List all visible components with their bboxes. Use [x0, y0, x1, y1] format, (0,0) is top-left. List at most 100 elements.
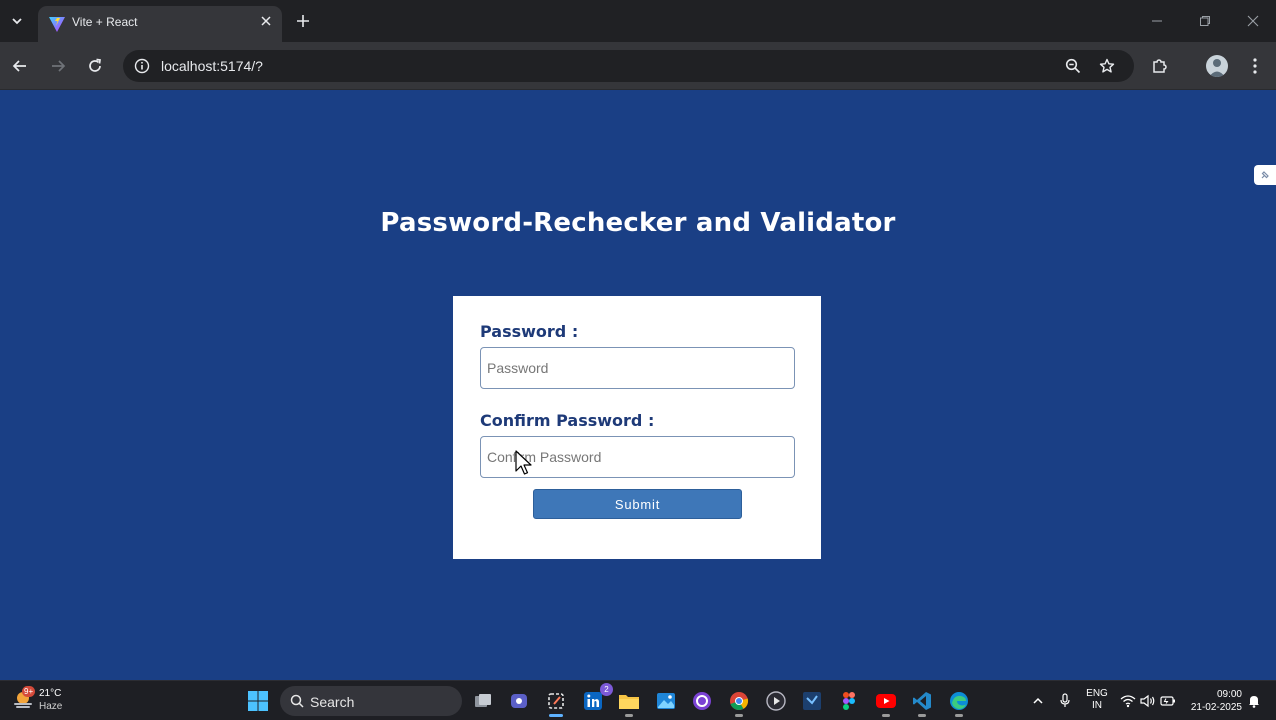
close-window-button[interactable]	[1241, 10, 1265, 32]
submit-button[interactable]: Submit	[533, 489, 742, 519]
battery-button[interactable]	[1160, 692, 1176, 710]
language-indicator[interactable]: ENG IN	[1086, 688, 1108, 712]
teams-meet-icon	[511, 694, 527, 708]
taskbar-search[interactable]: Search	[280, 686, 462, 716]
task-view-app[interactable]	[471, 689, 495, 713]
arrow-left-icon	[12, 60, 26, 72]
linkedin-app[interactable]: 2	[581, 683, 613, 713]
info-icon	[134, 58, 150, 74]
edge-app[interactable]	[947, 689, 971, 717]
youtube-app[interactable]	[874, 689, 898, 717]
github-desktop-app[interactable]	[690, 689, 714, 713]
running-indicator	[955, 714, 963, 717]
linkedin-icon	[584, 692, 602, 710]
volume-button[interactable]	[1140, 692, 1156, 710]
visual-studio-app[interactable]	[800, 689, 824, 713]
arrow-right-icon	[52, 60, 66, 72]
media-player-icon	[766, 691, 786, 711]
running-indicator	[735, 714, 743, 717]
chrome-icon	[730, 692, 749, 711]
language-code: ENG	[1086, 688, 1108, 699]
side-extension-tab[interactable]	[1254, 165, 1276, 185]
zoom-icon	[1065, 58, 1081, 74]
windows-start-icon[interactable]	[247, 690, 269, 712]
chevron-up-icon	[1033, 697, 1043, 704]
reload-icon	[89, 58, 101, 72]
clock-date: 21-02-2025	[1190, 702, 1242, 713]
zoom-button[interactable]	[1062, 55, 1084, 77]
browser-toolbar: localhost:5174/?	[0, 42, 1276, 90]
microphone-icon	[1060, 693, 1070, 707]
profile-avatar[interactable]	[1206, 55, 1228, 77]
weather-condition[interactable]: Haze	[39, 701, 62, 712]
visual-studio-icon	[803, 692, 821, 710]
vite-logo-icon	[49, 17, 65, 32]
media-player-app[interactable]	[764, 689, 788, 713]
tab-search-button[interactable]	[6, 10, 28, 32]
close-icon	[261, 16, 271, 26]
forward-button[interactable]	[46, 54, 70, 78]
password-input[interactable]	[480, 347, 795, 389]
folder-icon	[619, 695, 639, 709]
browser-tab-bar: Vite + React	[0, 0, 1276, 42]
battery-icon	[1160, 696, 1175, 706]
clock-time: 09:00	[1216, 689, 1242, 700]
file-explorer-app[interactable]	[617, 689, 641, 717]
notifications-button[interactable]	[1246, 692, 1262, 710]
close-icon	[1247, 15, 1259, 27]
running-indicator	[882, 714, 890, 717]
restore-button[interactable]	[1193, 10, 1217, 32]
avatar-icon	[1209, 59, 1225, 77]
chrome-app[interactable]	[727, 689, 751, 717]
reload-button[interactable]	[83, 54, 107, 78]
password-form-card: Password : Confirm Password : Submit	[453, 296, 821, 559]
extensions-button[interactable]	[1148, 54, 1172, 78]
confirm-password-input[interactable]	[480, 436, 795, 478]
region-code: IN	[1092, 700, 1102, 711]
address-bar[interactable]: localhost:5174/?	[123, 50, 1134, 82]
new-tab-button[interactable]	[292, 10, 314, 32]
running-indicator	[625, 714, 633, 717]
chevron-down-icon	[12, 18, 22, 25]
system-clock[interactable]: 09:00 21-02-2025	[1186, 688, 1242, 714]
photos-app[interactable]	[654, 689, 678, 713]
menu-button[interactable]	[1243, 54, 1267, 78]
edge-icon	[950, 692, 968, 710]
volume-icon	[1140, 694, 1155, 708]
snipping-tool-icon	[548, 693, 564, 709]
star-icon	[1099, 58, 1115, 73]
linkedin-notification-badge: 2	[600, 683, 613, 696]
puzzle-icon	[1153, 59, 1167, 73]
weather-temperature[interactable]: 21°C	[39, 688, 61, 699]
running-indicator	[918, 714, 926, 717]
minimize-button[interactable]	[1145, 10, 1169, 32]
photos-icon	[657, 693, 675, 709]
snipping-tool-app[interactable]	[544, 689, 568, 717]
task-view-icon	[475, 694, 491, 707]
bell-icon	[1249, 696, 1259, 708]
plus-icon	[297, 15, 309, 27]
teams-app[interactable]	[507, 689, 531, 713]
back-button[interactable]	[8, 54, 32, 78]
search-icon	[290, 694, 304, 708]
active-indicator	[549, 714, 563, 717]
tab-title: Vite + React	[72, 15, 138, 29]
show-hidden-icons-button[interactable]	[1030, 692, 1046, 710]
vscode-app[interactable]	[910, 689, 934, 717]
wifi-button[interactable]	[1120, 692, 1136, 710]
bookmark-button[interactable]	[1096, 55, 1118, 77]
browser-tab[interactable]: Vite + React	[38, 6, 282, 42]
microphone-button[interactable]	[1057, 692, 1073, 710]
confirm-password-label: Confirm Password :	[480, 411, 655, 430]
figma-app[interactable]	[837, 689, 861, 713]
more-vertical-icon	[1253, 58, 1257, 74]
tab-close-button[interactable]	[257, 12, 275, 30]
page-title: Password-Rechecker and Validator	[380, 208, 896, 238]
youtube-icon	[876, 694, 896, 708]
url-text[interactable]: localhost:5174/?	[161, 58, 263, 74]
figma-icon	[843, 692, 855, 710]
minimize-icon	[1152, 20, 1162, 22]
vscode-icon	[913, 692, 931, 710]
pin-icon	[1261, 171, 1269, 179]
site-info-button[interactable]	[131, 55, 153, 77]
